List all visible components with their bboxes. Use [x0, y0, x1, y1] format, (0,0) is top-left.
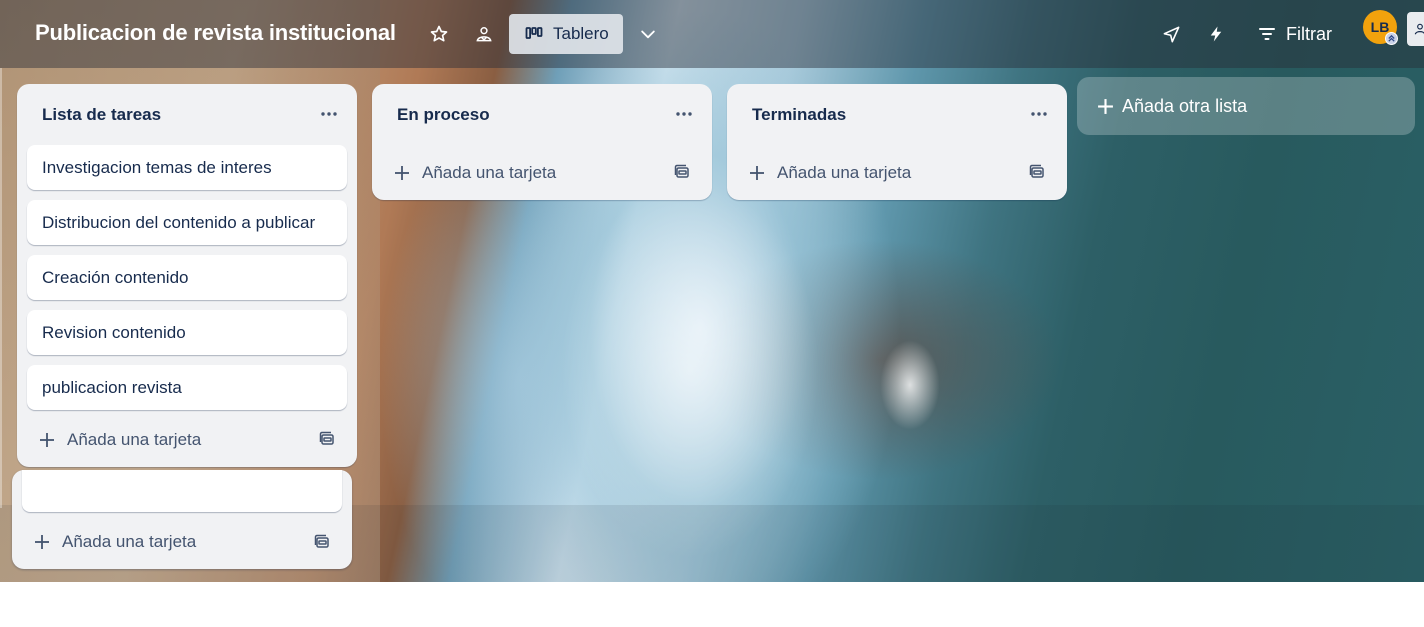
- chevron-down-icon: [641, 30, 655, 39]
- add-card-label: Añada una tarjeta: [422, 163, 557, 182]
- filter-label: Filtrar: [1286, 23, 1332, 44]
- card-template-icon: [319, 431, 334, 445]
- list-lista-de-tareas: Lista de tareas Investigacion temas de i…: [17, 84, 357, 467]
- board-title[interactable]: Publicacion de revista institucional: [35, 20, 396, 46]
- card-template-icon: [1029, 164, 1044, 178]
- list-title[interactable]: En proceso: [397, 105, 490, 125]
- share-button[interactable]: [1407, 12, 1424, 46]
- star-icon: [430, 25, 448, 42]
- star-button[interactable]: [424, 18, 454, 50]
- add-card-button[interactable]: Añada una tarjeta: [737, 155, 911, 191]
- more-icon: [1031, 112, 1047, 116]
- admin-badge: [1385, 32, 1398, 45]
- card-edge: [22, 470, 342, 512]
- plus-icon: [395, 166, 409, 180]
- admin-chevron-icon: [1388, 34, 1395, 42]
- card-template-button[interactable]: [309, 529, 335, 555]
- automation-icon: [1210, 26, 1222, 42]
- plus-icon: [750, 166, 764, 180]
- view-options-button[interactable]: [633, 18, 663, 50]
- visibility-button[interactable]: [469, 18, 499, 50]
- more-icon: [321, 112, 337, 116]
- add-card-button[interactable]: Añada una tarjeta: [382, 155, 556, 191]
- card-template-icon: [674, 164, 689, 178]
- plus-icon: [35, 535, 49, 549]
- filter-button[interactable]: Filtrar: [1252, 14, 1342, 54]
- add-list-button[interactable]: Añada otra lista: [1077, 77, 1415, 135]
- add-card-button[interactable]: Añada una tarjeta: [22, 524, 196, 560]
- view-switcher-label: Tablero: [553, 24, 609, 43]
- list-terminadas: Terminadas Añada una tarjeta: [727, 84, 1067, 200]
- list-title[interactable]: Lista de tareas: [42, 105, 161, 125]
- view-switcher-button[interactable]: Tablero: [509, 14, 623, 54]
- power-ups-button[interactable]: [1156, 18, 1186, 50]
- card-template-button[interactable]: [1024, 159, 1050, 185]
- list-title[interactable]: Terminadas: [752, 105, 846, 125]
- add-card-label: Añada una tarjeta: [777, 163, 912, 182]
- share-icon: [1414, 23, 1424, 35]
- list-menu-button[interactable]: [670, 102, 698, 126]
- card-item[interactable]: Revision contenido: [27, 310, 347, 355]
- card-item[interactable]: Distribucion del contenido a publicar: [27, 200, 347, 245]
- plus-icon: [1098, 98, 1113, 114]
- add-list-label: Añada otra lista: [1122, 95, 1248, 116]
- board-edge: [0, 68, 2, 508]
- list-drag-ghost: Añada una tarjeta: [12, 470, 352, 569]
- card-template-icon: [314, 534, 329, 548]
- add-card-label: Añada una tarjeta: [62, 532, 197, 551]
- card-item[interactable]: Investigacion temas de interes: [27, 145, 347, 190]
- list-menu-button[interactable]: [1025, 102, 1053, 126]
- list-en-proceso: En proceso Añada una tarjeta: [372, 84, 712, 200]
- power-up-icon: [1163, 26, 1179, 42]
- add-card-button[interactable]: Añada una tarjeta: [27, 422, 201, 458]
- board-header: Publicacion de revista institucional Tab…: [0, 0, 1424, 68]
- card-item[interactable]: publicacion revista: [27, 365, 347, 410]
- board-view-icon: [525, 27, 543, 39]
- plus-icon: [40, 433, 54, 447]
- add-card-label: Añada una tarjeta: [67, 430, 202, 449]
- more-icon: [676, 112, 692, 116]
- card-template-button[interactable]: [669, 159, 695, 185]
- card-item[interactable]: Creación contenido: [27, 255, 347, 300]
- automation-button[interactable]: [1201, 18, 1231, 50]
- filter-icon: [1259, 28, 1275, 40]
- card-template-button[interactable]: [314, 426, 340, 452]
- list-menu-button[interactable]: [315, 102, 343, 126]
- workspace-visibility-icon: [476, 27, 492, 42]
